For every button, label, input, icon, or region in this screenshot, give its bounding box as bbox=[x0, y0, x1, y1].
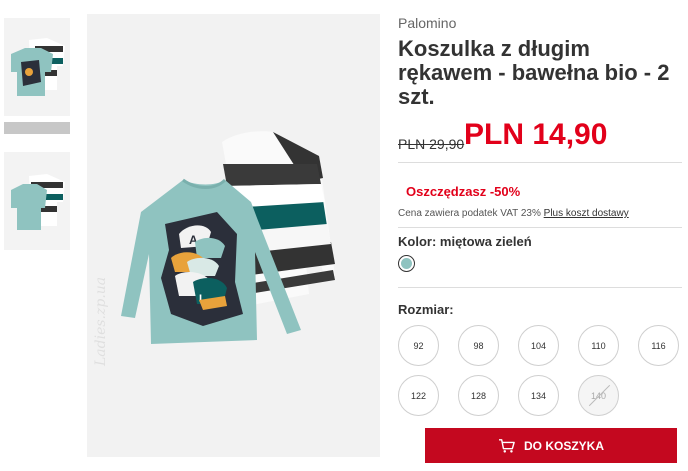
thumbnail-active-indicator bbox=[4, 122, 70, 134]
shirt-thumbnail-icon bbox=[11, 174, 65, 230]
color-label-text: Kolor: bbox=[398, 234, 437, 249]
thumbnail-2[interactable] bbox=[4, 152, 70, 250]
current-price: PLN 14,90 bbox=[464, 118, 608, 151]
color-value: miętowa zieleń bbox=[439, 234, 532, 249]
brand-name[interactable]: Palomino bbox=[398, 15, 456, 31]
vat-text: Cena zawiera podatek VAT 23% bbox=[398, 208, 541, 219]
size-option-98[interactable]: 98 bbox=[458, 325, 499, 366]
size-label: Rozmiar: bbox=[398, 302, 454, 317]
color-swatch-mint[interactable] bbox=[398, 255, 415, 272]
size-option-128[interactable]: 128 bbox=[458, 375, 499, 416]
watermark-text: Ladies.zp.ua bbox=[93, 276, 109, 366]
thumbnail-1[interactable] bbox=[4, 18, 70, 134]
size-option-134[interactable]: 134 bbox=[518, 375, 559, 416]
old-price: PLN 29,90 bbox=[398, 136, 465, 152]
size-option-104[interactable]: 104 bbox=[518, 325, 559, 366]
product-main-image[interactable]: A L Ladies.zp.ua bbox=[87, 14, 380, 457]
add-to-cart-label: DO KOSZYKA bbox=[523, 438, 604, 453]
add-to-cart-button[interactable]: DO KOSZYKA bbox=[425, 428, 677, 463]
vat-info: Cena zawiera podatek VAT 23% Plus koszt … bbox=[398, 208, 629, 219]
thumbnail-list bbox=[4, 18, 70, 286]
color-label: Kolor: miętowa zieleń bbox=[398, 234, 532, 249]
cart-icon bbox=[498, 438, 515, 453]
shirt-thumbnail-icon bbox=[11, 38, 65, 96]
divider bbox=[398, 162, 682, 163]
shirts-illustration: A L bbox=[121, 131, 335, 344]
divider bbox=[398, 287, 682, 288]
saving-badge: Oszczędzasz -50% bbox=[406, 184, 521, 199]
size-option-116[interactable]: 116 bbox=[638, 325, 679, 366]
divider bbox=[398, 227, 682, 228]
size-option-122[interactable]: 122 bbox=[398, 375, 439, 416]
size-option-92[interactable]: 92 bbox=[398, 325, 439, 366]
color-swatch-fill bbox=[401, 258, 412, 269]
size-option-140-unavailable[interactable]: 140 bbox=[578, 375, 619, 416]
product-title: Koszulka z długim rękawem - bawełna bio … bbox=[398, 36, 670, 109]
size-option-110[interactable]: 110 bbox=[578, 325, 619, 366]
shipping-cost-link[interactable]: Plus koszt dostawy bbox=[544, 208, 629, 219]
